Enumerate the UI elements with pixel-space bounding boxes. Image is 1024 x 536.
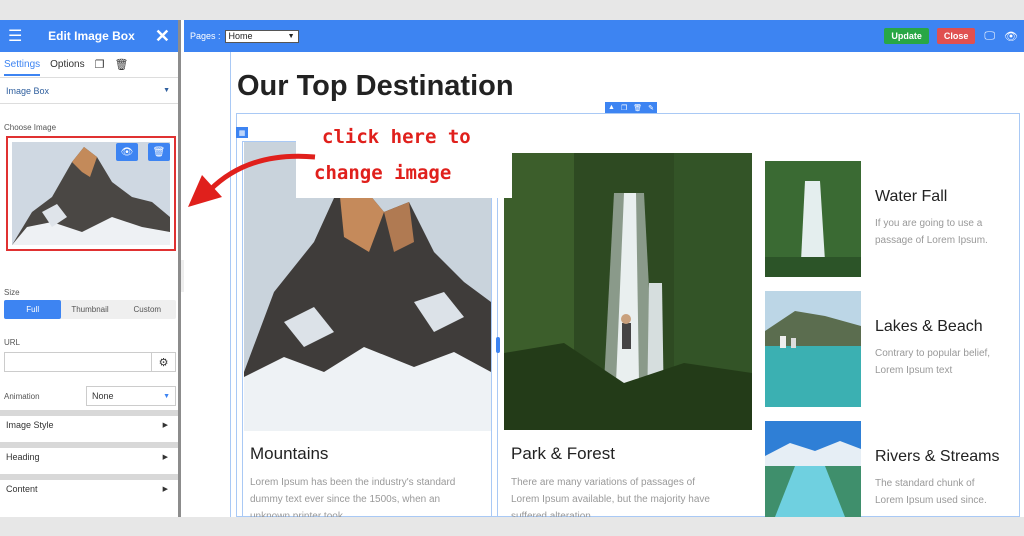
trash-icon[interactable]: 🗑 bbox=[633, 104, 642, 112]
size-label: Size bbox=[4, 288, 20, 297]
trash-icon[interactable]: 🗑 bbox=[114, 58, 128, 71]
card-title: Mountains bbox=[250, 444, 329, 463]
accordion-label: Heading bbox=[6, 452, 40, 462]
mountain-thumbnail[interactable] bbox=[12, 142, 170, 245]
size-thumbnail-option[interactable]: Thumbnail bbox=[61, 300, 118, 319]
waterfall-image[interactable] bbox=[765, 161, 861, 277]
menu-icon[interactable]: ☰ bbox=[8, 26, 28, 46]
row-toolbar[interactable]: ▲ ❐ 🗑 ✎ bbox=[605, 102, 657, 113]
desktop-icon[interactable]: 🖵 bbox=[984, 30, 995, 43]
move-icon[interactable]: ▲ bbox=[608, 104, 615, 111]
gear-icon[interactable]: ⚙ bbox=[151, 353, 175, 371]
sidebar-header: ☰ Edit Image Box ✕ bbox=[0, 20, 178, 52]
callout-line: click here to bbox=[322, 126, 471, 148]
arrow-icon bbox=[188, 153, 316, 207]
column-icon[interactable]: ▦ bbox=[236, 127, 248, 138]
card-text-line: Lorem Ipsum available, but the majority … bbox=[511, 494, 710, 505]
column-resize-handle[interactable] bbox=[496, 337, 500, 353]
pages-value: Home bbox=[228, 31, 253, 41]
eye-icon[interactable]: 👁 bbox=[116, 143, 138, 161]
pages-label: Pages : bbox=[190, 31, 221, 41]
animation-row: Animation None ▼ bbox=[4, 386, 176, 406]
side-item-title: Lakes & Beach bbox=[875, 318, 983, 335]
card-text-line: unknown printer took . bbox=[250, 511, 349, 517]
card-text-line: There are many variations of passages of bbox=[511, 477, 695, 488]
column-guide bbox=[230, 52, 231, 517]
callout-line: change image bbox=[314, 162, 452, 184]
side-item-text: Contrary to popular belief, Lorem Ipsum … bbox=[875, 345, 990, 379]
card-text-line: dummy text ever since the 1500s, when an bbox=[250, 494, 441, 505]
accordion-heading[interactable]: Heading ▶ bbox=[0, 442, 178, 466]
page-heading[interactable]: Our Top Destination bbox=[237, 70, 514, 103]
card-title: Park & Forest bbox=[511, 444, 615, 463]
section-image-box[interactable]: Image Box ▼ bbox=[0, 78, 178, 104]
chevron-down-icon: ▼ bbox=[287, 32, 295, 40]
chevron-down-icon: ▼ bbox=[163, 392, 170, 400]
river-image[interactable] bbox=[765, 421, 861, 517]
accordion-label: Content bbox=[6, 484, 38, 494]
section-image-box-label: Image Box bbox=[6, 85, 50, 96]
update-button[interactable]: Update bbox=[884, 28, 929, 44]
eye-icon[interactable]: 👁 bbox=[1004, 30, 1018, 43]
annotation-callout: click here to change image bbox=[296, 120, 512, 198]
accordion-image-style[interactable]: Image Style ▶ bbox=[0, 410, 178, 434]
size-full-option[interactable]: Full bbox=[4, 300, 62, 319]
sidebar-title: Edit Image Box bbox=[48, 29, 135, 43]
side-item-title: Rivers & Streams bbox=[875, 448, 1000, 465]
url-field: ⚙ bbox=[4, 352, 176, 372]
tab-options[interactable]: Options bbox=[50, 59, 84, 70]
edit-sidebar: ☰ Edit Image Box ✕ Settings Options ❐ 🗑 … bbox=[0, 20, 181, 517]
side-text-line: If you are going to use a bbox=[875, 218, 983, 229]
chevron-right-icon: ▶ bbox=[162, 422, 168, 429]
side-item-text: If you are going to use a passage of Lor… bbox=[875, 215, 988, 249]
chevron-down-icon: ▼ bbox=[163, 87, 170, 94]
animation-value: None bbox=[92, 391, 114, 401]
beach-image[interactable] bbox=[765, 291, 861, 407]
trash-icon[interactable]: 🗑 bbox=[148, 143, 170, 161]
accordion-label: Image Style bbox=[6, 420, 54, 430]
card-text-line: Lorem Ipsum has been the industry's stan… bbox=[250, 477, 456, 488]
duplicate-icon[interactable]: ❐ bbox=[95, 58, 105, 71]
top-toolbar: Pages : Home ▼ Update Close 🖵 👁 bbox=[184, 20, 1024, 52]
close-icon[interactable]: ✕ bbox=[155, 26, 170, 47]
duplicate-icon[interactable]: ❐ bbox=[621, 104, 627, 112]
chevron-right-icon: ▶ bbox=[162, 486, 168, 493]
side-text-line: Contrary to popular belief, bbox=[875, 348, 991, 359]
close-button[interactable]: Close bbox=[936, 28, 976, 44]
side-text-line: Lorem Ipsum text bbox=[875, 365, 953, 376]
forest-image[interactable] bbox=[504, 153, 752, 430]
card-text: There are many variations of passages of… bbox=[511, 474, 710, 517]
choose-image-label: Choose Image bbox=[4, 123, 57, 132]
side-text-line: The standard chunk of bbox=[875, 478, 975, 489]
url-label: URL bbox=[4, 338, 21, 347]
side-item-title: Water Fall bbox=[875, 188, 948, 205]
side-text-line: passage of Lorem Ipsum. bbox=[875, 235, 988, 246]
animation-label: Animation bbox=[4, 391, 40, 401]
card-text: Lorem Ipsum has been the industry's stan… bbox=[250, 474, 455, 517]
url-input[interactable] bbox=[5, 353, 151, 371]
side-text-line: Lorem Ipsum used since. bbox=[875, 495, 987, 506]
accordion-content[interactable]: Content ▶ bbox=[0, 474, 178, 498]
chevron-right-icon: ▶ bbox=[162, 454, 168, 461]
animation-select[interactable]: None ▼ bbox=[86, 386, 176, 406]
tab-settings[interactable]: Settings bbox=[4, 59, 41, 76]
size-custom-option[interactable]: Custom bbox=[119, 300, 176, 319]
edit-icon[interactable]: ✎ bbox=[648, 104, 654, 112]
editor-window: ☰ Edit Image Box ✕ Settings Options ❐ 🗑 … bbox=[0, 20, 1024, 517]
sidebar-tabs: Settings Options ❐ 🗑 bbox=[0, 52, 178, 78]
pages-select[interactable]: Home ▼ bbox=[224, 29, 299, 43]
image-picker[interactable]: 👁 🗑 bbox=[6, 136, 176, 251]
side-item-text: The standard chunk of Lorem Ipsum used s… bbox=[875, 475, 987, 509]
card-text-line: suffered alteration. bbox=[511, 511, 594, 517]
size-segmented-control: Full Thumbnail Custom bbox=[4, 300, 176, 319]
